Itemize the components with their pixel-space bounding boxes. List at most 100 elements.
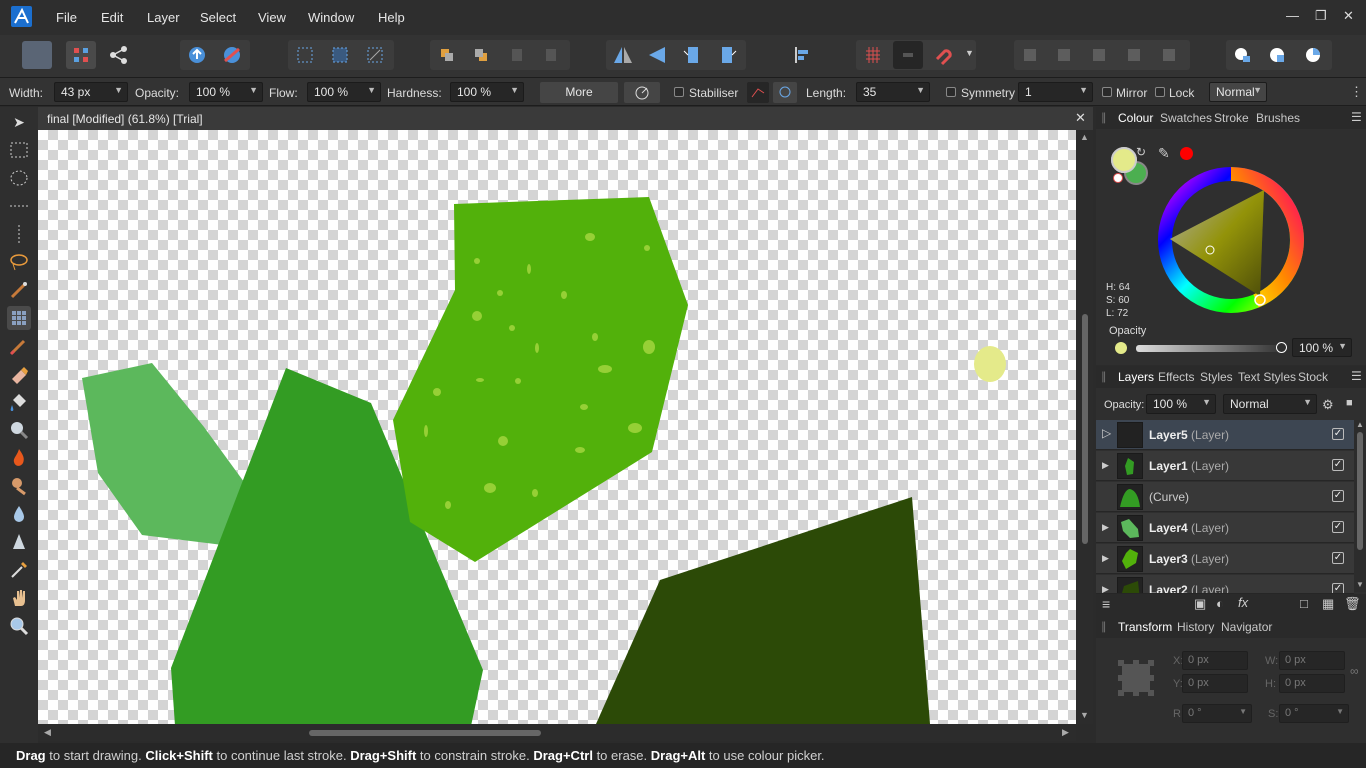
snapping-magnet-icon[interactable] bbox=[928, 41, 958, 69]
picked-colour-swatch[interactable] bbox=[1180, 147, 1193, 160]
quick-mask-icon[interactable] bbox=[1228, 41, 1258, 69]
visibility-checkbox[interactable]: ✓ bbox=[1332, 521, 1344, 533]
rectangle-marquee-icon[interactable] bbox=[7, 138, 31, 162]
tab-stroke[interactable]: Stroke bbox=[1214, 111, 1249, 125]
scroll-left-icon[interactable]: ◀ bbox=[44, 727, 51, 738]
expand-triangle-icon[interactable]: ▶ bbox=[1102, 553, 1109, 564]
opacity-slider[interactable] bbox=[1136, 345, 1282, 352]
grid-icon[interactable] bbox=[858, 41, 888, 69]
canvas[interactable] bbox=[38, 130, 1076, 724]
flip-vertical-icon[interactable] bbox=[643, 41, 673, 69]
adjustment-icon[interactable]: ◐ bbox=[1216, 596, 1224, 611]
photo-persona-icon[interactable] bbox=[22, 41, 52, 69]
minimize-icon[interactable]: — bbox=[1286, 8, 1299, 23]
lasso-icon[interactable] bbox=[7, 250, 31, 274]
menu-edit[interactable]: Edit bbox=[101, 10, 123, 25]
delete-layer-icon[interactable]: 🗑 bbox=[1344, 596, 1361, 612]
pixel-tool-icon[interactable] bbox=[7, 306, 31, 330]
burn-brush-icon[interactable] bbox=[7, 446, 31, 470]
menu-view[interactable]: View bbox=[258, 10, 286, 25]
expand-triangle-icon[interactable]: ▶ bbox=[1102, 522, 1109, 533]
visibility-checkbox[interactable]: ✓ bbox=[1332, 459, 1344, 471]
smudge-brush-icon[interactable] bbox=[7, 474, 31, 498]
length-field[interactable]: 35 ▼ bbox=[856, 82, 930, 102]
y-field[interactable]: 0 px bbox=[1182, 674, 1248, 693]
app-logo-icon[interactable] bbox=[11, 6, 32, 27]
scroll-right-icon[interactable]: ▶ bbox=[1062, 727, 1069, 738]
flip-horizontal-icon[interactable] bbox=[608, 41, 638, 69]
rotate-left-icon[interactable] bbox=[678, 41, 708, 69]
force-pressure-icon[interactable] bbox=[624, 82, 660, 103]
panel-menu-icon[interactable]: ☰ bbox=[1351, 369, 1362, 383]
vertical-scroll-thumb[interactable] bbox=[1082, 314, 1088, 544]
share-icon[interactable] bbox=[104, 41, 134, 69]
divide-icon[interactable] bbox=[1155, 41, 1185, 69]
scroll-down-icon[interactable]: ▼ bbox=[1080, 710, 1089, 720]
mirror-checkbox[interactable] bbox=[1102, 87, 1112, 97]
width-field[interactable]: 43 px ▼ bbox=[54, 82, 128, 102]
deselect-icon[interactable] bbox=[217, 41, 247, 69]
layers-scrollbar[interactable]: ▲ ▼ bbox=[1354, 420, 1366, 592]
pixel-persona-icon[interactable] bbox=[66, 41, 96, 69]
w-field[interactable]: 0 px bbox=[1279, 651, 1345, 670]
column-marquee-icon[interactable] bbox=[7, 222, 31, 246]
intersect-icon[interactable] bbox=[1085, 41, 1115, 69]
tab-colour[interactable]: Colour bbox=[1118, 111, 1153, 125]
tab-swatches[interactable]: Swatches bbox=[1160, 111, 1212, 125]
h-field[interactable]: 0 px bbox=[1279, 674, 1345, 693]
tab-navigator[interactable]: Navigator bbox=[1221, 620, 1272, 634]
menu-layer[interactable]: Layer bbox=[147, 10, 180, 25]
visibility-checkbox[interactable]: ✓ bbox=[1332, 490, 1344, 502]
selection-brush-icon[interactable] bbox=[7, 278, 31, 302]
no-fill-icon[interactable] bbox=[1113, 173, 1123, 183]
align-icon[interactable] bbox=[786, 41, 816, 69]
blur-brush-icon[interactable] bbox=[7, 502, 31, 526]
menu-select[interactable]: Select bbox=[200, 10, 236, 25]
panel-grip-icon[interactable]: ∥ bbox=[1101, 111, 1107, 124]
invert-selection-icon[interactable] bbox=[360, 41, 390, 69]
export-icon[interactable] bbox=[182, 41, 212, 69]
mask-layer-icon[interactable]: ▣ bbox=[1194, 596, 1206, 612]
scroll-up-icon[interactable]: ▲ bbox=[1080, 132, 1089, 142]
view-mode-icon[interactable] bbox=[1262, 41, 1292, 69]
rope-mode-icon[interactable] bbox=[747, 82, 769, 103]
move-tool-icon[interactable]: ➤ bbox=[7, 110, 31, 134]
tab-text-styles[interactable]: Text Styles bbox=[1238, 370, 1296, 384]
layer-row[interactable]: ▶ Layer2 (Layer) ✓ bbox=[1096, 575, 1354, 594]
layers-stack-icon[interactable]: ≡ bbox=[1102, 596, 1110, 612]
colour-opacity-field[interactable]: 100 % ▼ bbox=[1292, 338, 1352, 357]
scroll-up-icon[interactable]: ▲ bbox=[1356, 420, 1364, 429]
visibility-checkbox[interactable]: ✓ bbox=[1332, 583, 1344, 593]
close-document-icon[interactable]: ✕ bbox=[1075, 110, 1086, 126]
zoom-view-icon[interactable] bbox=[7, 614, 31, 638]
stabiliser-checkbox[interactable] bbox=[674, 87, 684, 97]
flood-fill-icon[interactable] bbox=[7, 390, 31, 414]
visibility-checkbox[interactable]: ✓ bbox=[1332, 428, 1344, 440]
swap-colours-icon[interactable]: ↻ bbox=[1136, 145, 1146, 159]
menu-window[interactable]: Window bbox=[308, 10, 354, 25]
layer-row[interactable]: (Curve) ✓ bbox=[1096, 482, 1354, 512]
subtract-icon[interactable] bbox=[1050, 41, 1080, 69]
arrange-back-icon[interactable] bbox=[432, 41, 462, 69]
tab-layers[interactable]: Layers bbox=[1118, 370, 1154, 384]
arrange-front-icon[interactable] bbox=[502, 41, 532, 69]
panel-grip-icon[interactable]: ∥ bbox=[1101, 620, 1107, 633]
erase-brush-icon[interactable] bbox=[7, 362, 31, 386]
symmetry-checkbox[interactable] bbox=[946, 87, 956, 97]
shear-field[interactable]: 0 ° ▼ bbox=[1279, 704, 1349, 723]
colour-wheel[interactable] bbox=[1156, 165, 1306, 315]
gear-icon[interactable]: ⚙ bbox=[1322, 397, 1334, 413]
panel-grip-icon[interactable]: ∥ bbox=[1101, 370, 1107, 383]
arrange-bottom-icon[interactable] bbox=[536, 41, 566, 69]
context-more-icon[interactable]: ⋮ bbox=[1350, 84, 1363, 100]
colour-mode-icon[interactable] bbox=[1298, 41, 1328, 69]
x-field[interactable]: 0 px bbox=[1182, 651, 1248, 670]
tab-stock[interactable]: Stock bbox=[1298, 370, 1328, 384]
arrange-forward-icon[interactable] bbox=[466, 41, 496, 69]
panel-menu-icon[interactable]: ☰ bbox=[1351, 110, 1362, 124]
sharpen-brush-icon[interactable] bbox=[7, 530, 31, 554]
group-layers-icon[interactable]: ▦ bbox=[1322, 596, 1334, 612]
opacity-field[interactable]: 100 % ▼ bbox=[189, 82, 263, 102]
restore-icon[interactable]: ❐ bbox=[1315, 8, 1327, 24]
snapping-dropdown-icon[interactable]: ▼ bbox=[965, 48, 974, 58]
